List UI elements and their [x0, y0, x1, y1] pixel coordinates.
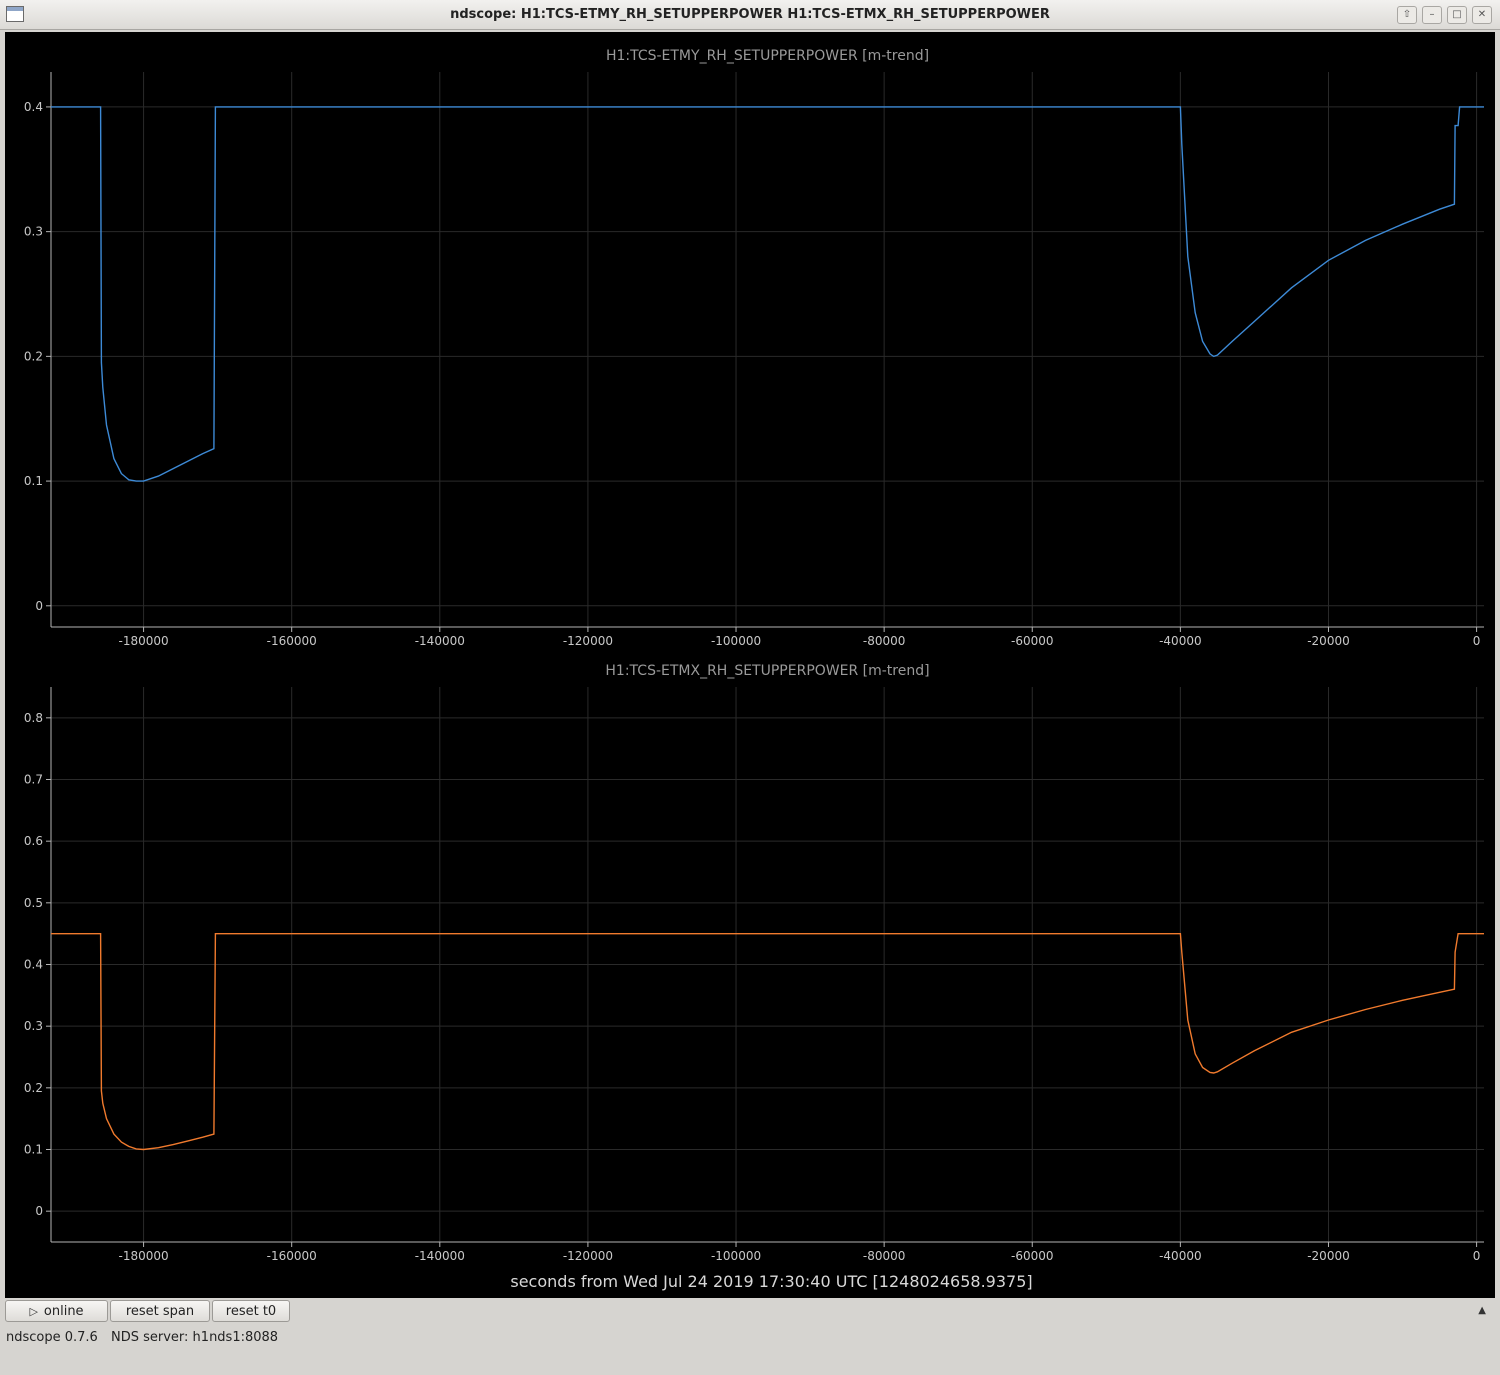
plot-area[interactable]: -180000 -160000 -140000 -120000 -100000 -8000…: [5, 32, 1495, 1298]
y-tick-label: 0.1: [24, 474, 43, 488]
x-tick-label: -180000: [119, 634, 169, 648]
x-tick-label: -160000: [267, 634, 317, 648]
series-line: [51, 933, 1484, 1151]
play-icon: ▷: [29, 1304, 38, 1318]
x-tick-label: -20000: [1307, 634, 1350, 648]
y-tick-label: 0.4: [24, 958, 43, 972]
x-tick-label: -140000: [415, 1249, 465, 1263]
y-tick-label: 0: [35, 599, 43, 613]
y-tick-label: 0.1: [24, 1143, 43, 1157]
toolbar: ▷ online reset span reset t0: [5, 1300, 290, 1324]
plot-title: H1:TCS-ETMX_RH_SETUPPERPOWER [m-trend]: [605, 663, 929, 679]
online-button[interactable]: ▷ online: [5, 1300, 108, 1322]
nds-server-label: NDS server: h1nds1:8088: [111, 1330, 279, 1345]
x-tick-label: 0: [1473, 1249, 1481, 1263]
x-tick-label: -20000: [1307, 1249, 1350, 1263]
y-tick-label: 0: [35, 1204, 43, 1218]
x-tick-label: -40000: [1159, 1249, 1202, 1263]
close-icon[interactable]: ✕: [1472, 6, 1492, 24]
x-tick-label: -100000: [711, 634, 761, 648]
x-tick-label: 0: [1473, 634, 1481, 648]
x-tick-label: -140000: [415, 634, 465, 648]
x-tick-label: -120000: [563, 634, 613, 648]
y-tick-label: 0.2: [24, 1081, 43, 1095]
x-tick-label: -120000: [563, 1249, 613, 1263]
shade-icon[interactable]: ⇧: [1397, 6, 1417, 24]
reset-span-button[interactable]: reset span: [110, 1300, 210, 1322]
online-button-label: online: [43, 1303, 84, 1319]
x-tick-label: -60000: [1011, 1249, 1054, 1263]
reset-t0-button[interactable]: reset t0: [212, 1300, 290, 1322]
y-tick-label: 0.7: [24, 773, 43, 787]
x-tick-label: -80000: [863, 1249, 906, 1263]
minimize-icon[interactable]: –: [1422, 6, 1442, 24]
y-tick-label: 0.4: [24, 100, 43, 114]
x-tick-label: -100000: [711, 1249, 761, 1263]
plot-canvas[interactable]: -180000 -160000 -140000 -120000 -100000 -8000…: [5, 32, 1495, 1298]
window-titlebar: ndscope: H1:TCS-ETMY_RH_SETUPPERPOWER H1…: [0, 0, 1500, 30]
x-tick-label: -60000: [1011, 634, 1054, 648]
version-label: ndscope 0.7.6: [6, 1330, 98, 1345]
y-tick-label: 0.6: [24, 834, 43, 848]
window-controls: ⇧ – □ ✕: [1397, 6, 1492, 24]
x-tick-label: -80000: [863, 634, 906, 648]
series-line: [51, 106, 1484, 482]
plot-title: H1:TCS-ETMY_RH_SETUPPERPOWER [m-trend]: [606, 48, 929, 64]
x-axis-label: seconds from Wed Jul 24 2019 17:30:40 UT…: [510, 1272, 1032, 1291]
y-tick-label: 0.5: [24, 896, 43, 910]
y-tick-label: 0.3: [24, 225, 43, 239]
y-tick-label: 0.3: [24, 1019, 43, 1033]
status-bar: ndscope 0.7.6 NDS server: h1nds1:8088: [6, 1330, 278, 1375]
maximize-icon[interactable]: □: [1447, 6, 1467, 24]
y-tick-label: 0.8: [24, 711, 43, 725]
x-tick-label: -180000: [119, 1249, 169, 1263]
window-title: ndscope: H1:TCS-ETMY_RH_SETUPPERPOWER H1…: [450, 7, 1050, 22]
collapse-arrow-icon[interactable]: ▲: [1478, 1305, 1486, 1316]
x-tick-label: -160000: [267, 1249, 317, 1263]
x-tick-label: -40000: [1159, 634, 1202, 648]
y-tick-label: 0.2: [24, 349, 43, 363]
